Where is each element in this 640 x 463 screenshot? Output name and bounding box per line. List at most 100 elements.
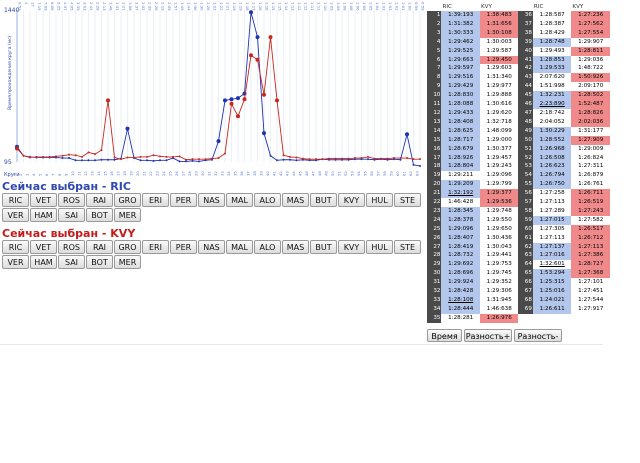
lap-time-cell: 1:29:924 bbox=[441, 278, 480, 288]
top-tick-label: 2:19 bbox=[161, 2, 166, 11]
driver-button-rai[interactable]: RAI bbox=[86, 193, 113, 207]
bottom-tick-label: 49 bbox=[324, 171, 329, 176]
driver-button-ric[interactable]: RIC bbox=[2, 193, 29, 207]
driver-button-mal[interactable]: MAL bbox=[226, 193, 253, 207]
lap-number: 34 bbox=[427, 304, 442, 314]
driver-button-eri[interactable]: ERI bbox=[142, 193, 169, 207]
driver-button-mas[interactable]: MAS bbox=[282, 193, 309, 207]
lap-number: 25 bbox=[427, 224, 442, 234]
driver-button-sai[interactable]: SAI bbox=[58, 208, 85, 222]
bottom-tick-label: 29 bbox=[194, 171, 199, 176]
difference-plus-button[interactable]: Разность+ bbox=[464, 329, 512, 342]
lap-time-cell: 1:28:108 bbox=[441, 296, 480, 305]
top-tick-label: 1:12 bbox=[297, 2, 302, 11]
lap-number: 33 bbox=[427, 296, 442, 305]
lap-number: 31 bbox=[427, 278, 442, 288]
top-tick-label: 1:26 bbox=[206, 2, 211, 11]
y-top-label: 1440 bbox=[4, 7, 19, 14]
lap-number: 35 bbox=[427, 313, 442, 323]
driver-button-vet[interactable]: VET bbox=[30, 193, 57, 207]
lap-time-cell: 1:29:493 bbox=[539, 47, 565, 54]
lap-time-cell: 1:29:377 bbox=[479, 189, 519, 199]
point-kvy bbox=[224, 152, 226, 155]
point-kvy bbox=[15, 146, 19, 151]
top-tick-label: 5:25 bbox=[57, 2, 62, 11]
driver-button-ste[interactable]: STE bbox=[394, 193, 421, 207]
driver-button-vet[interactable]: VET bbox=[30, 240, 57, 254]
driver-button-kvy[interactable]: KVY bbox=[338, 240, 365, 254]
driver-button-mas[interactable]: MAS bbox=[282, 240, 309, 254]
point-kvy bbox=[178, 155, 181, 158]
driver-button-ste[interactable]: STE bbox=[394, 240, 421, 254]
driver-button-ros[interactable]: ROS bbox=[58, 193, 85, 207]
top-tick-label: 0:59 bbox=[421, 2, 425, 11]
driver-button-mer[interactable]: MER bbox=[114, 208, 141, 222]
lap-number: 44 bbox=[518, 82, 533, 92]
bottom-tick-label: 38 bbox=[252, 171, 257, 176]
bottom-tick-label: 25 bbox=[168, 171, 173, 176]
point-kvy bbox=[315, 158, 317, 161]
lap-number: 38 bbox=[518, 28, 533, 38]
driver-button-ham[interactable]: HAM bbox=[30, 255, 57, 269]
table-row: 34 1:28:444 1:46:638 69 1:26:611 1:27:917 bbox=[427, 304, 610, 314]
driver-button-bot[interactable]: BOT bbox=[86, 255, 113, 269]
time-button[interactable]: Время bbox=[427, 329, 462, 342]
driver-button-ver[interactable]: VER bbox=[2, 208, 29, 222]
table-row: 24 1:28:378 1:29:550 59 1:27:015 1:27:582 bbox=[427, 215, 610, 225]
bottom-tick-label: 18 bbox=[122, 171, 127, 176]
driver-button-sai[interactable]: SAI bbox=[58, 255, 85, 269]
lap-time-cell: 2:23:890 bbox=[532, 100, 572, 109]
point-kvy bbox=[419, 158, 421, 161]
top-tick-label: 1:03 bbox=[388, 2, 393, 11]
lap-number: 67 bbox=[518, 287, 533, 296]
lap-number: 69 bbox=[518, 304, 533, 314]
y-axis-label: Время прохождения круга (мс) bbox=[7, 35, 13, 110]
top-tick-label: 7:15 bbox=[37, 2, 42, 11]
driver-button-ros[interactable]: ROS bbox=[58, 240, 85, 254]
bottom-tick-label: 14 bbox=[96, 171, 101, 176]
lap-time-cell: 1:29:457 bbox=[486, 154, 512, 161]
driver-button-rai[interactable]: RAI bbox=[86, 240, 113, 254]
point-kvy bbox=[61, 154, 64, 157]
driver-button-gro[interactable]: GRO bbox=[114, 193, 141, 207]
lap-number: 43 bbox=[518, 73, 533, 83]
driver-button-nas[interactable]: NAS bbox=[198, 240, 225, 254]
driver-button-bot[interactable]: BOT bbox=[86, 208, 113, 222]
point-kvy bbox=[380, 157, 382, 160]
driver-button-gro[interactable]: GRO bbox=[114, 240, 141, 254]
col-ric-2: RIC bbox=[533, 3, 544, 10]
lap-time-cell: 1:53:294 bbox=[532, 269, 572, 279]
point-kvy bbox=[360, 157, 363, 160]
driver-button-but[interactable]: BUT bbox=[310, 193, 337, 207]
driver-button-mal[interactable]: MAL bbox=[226, 240, 253, 254]
driver-button-ham[interactable]: HAM bbox=[30, 208, 57, 222]
driver-button-per[interactable]: PER bbox=[170, 193, 197, 207]
driver-button-ric[interactable]: RIC bbox=[2, 240, 29, 254]
driver-button-nas[interactable]: NAS bbox=[198, 193, 225, 207]
point-kvy bbox=[354, 157, 356, 160]
driver-button-alo[interactable]: ALO bbox=[254, 240, 281, 254]
point-ric bbox=[87, 159, 90, 162]
point-kvy bbox=[412, 158, 415, 161]
driver-button-but[interactable]: BUT bbox=[310, 240, 337, 254]
lap-time-cell: 1:28:727 bbox=[571, 260, 610, 270]
driver-button-kvy[interactable]: KVY bbox=[338, 193, 365, 207]
lap-number: 41 bbox=[518, 55, 533, 65]
difference-minus-button[interactable]: Разность- bbox=[514, 329, 562, 342]
driver-button-per[interactable]: PER bbox=[170, 240, 197, 254]
lap-time-cell: 1:28:444 bbox=[441, 304, 480, 314]
table-row: 13 1:28:408 1:32:718 48 2:04:052 2:02:036 bbox=[427, 117, 610, 127]
driver-button-hul[interactable]: HUL bbox=[366, 193, 393, 207]
top-tick-label: 1:49 bbox=[180, 2, 185, 11]
driver-button-eri[interactable]: ERI bbox=[142, 240, 169, 254]
driver-button-alo[interactable]: ALO bbox=[254, 193, 281, 207]
top-tick-label: 1:21 bbox=[226, 2, 231, 11]
driver-button-hul[interactable]: HUL bbox=[366, 240, 393, 254]
table-row: 7 1:29:597 1:29:603 42 1:29:533 1:48:722 bbox=[427, 64, 610, 74]
lap-number: 45 bbox=[518, 91, 533, 101]
driver-button-mer[interactable]: MER bbox=[114, 255, 141, 269]
point-kvy bbox=[133, 156, 135, 159]
lap-time-cell: 1:27:554 bbox=[571, 28, 610, 38]
driver-button-ver[interactable]: VER bbox=[2, 255, 29, 269]
table-row: 15 1:28:717 1:29:000 50 1:28:552 1:27:909 bbox=[427, 135, 610, 145]
